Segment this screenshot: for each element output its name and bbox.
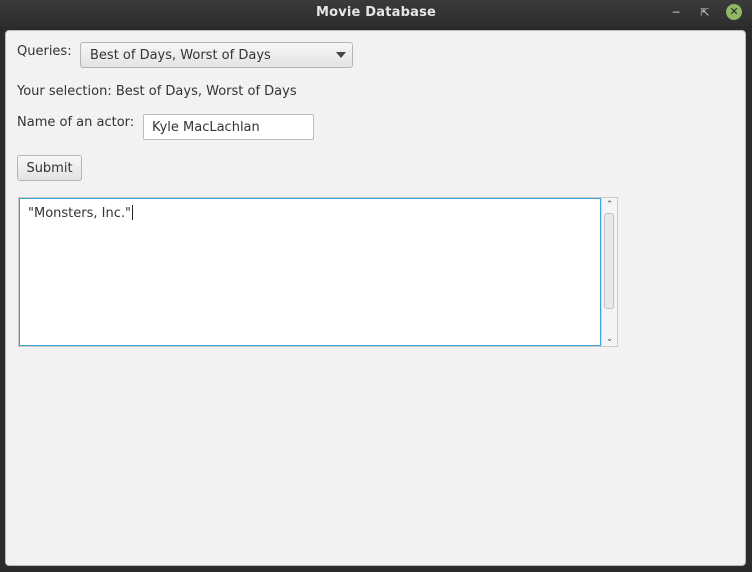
selection-text: Your selection: Best of Days, Worst of D…: [17, 84, 297, 99]
scrollbar-thumb[interactable]: [604, 213, 614, 309]
results-text: "Monsters, Inc.": [28, 206, 131, 221]
submit-button[interactable]: Submit: [17, 155, 82, 181]
close-icon[interactable]: ✕: [726, 4, 742, 20]
app-window: Movie Database ─ ⇱ ✕ Queries: Best of Da…: [0, 0, 752, 572]
queries-label: Queries:: [17, 44, 72, 59]
maximize-icon[interactable]: ⇱: [696, 4, 714, 22]
scroll-up-icon[interactable]: ⌃: [602, 198, 617, 212]
chevron-down-icon: [336, 52, 346, 58]
queries-combobox[interactable]: Best of Days, Worst of Days: [80, 42, 353, 68]
main-panel: Queries: Best of Days, Worst of Days You…: [5, 30, 746, 566]
scroll-down-icon[interactable]: ⌄: [602, 332, 617, 346]
actor-label: Name of an actor:: [17, 115, 135, 130]
results-area: "Monsters, Inc." ⌃ ⌄: [18, 197, 618, 347]
window-title: Movie Database: [315, 5, 437, 20]
title-bar: Movie Database ─ ⇱ ✕: [0, 0, 752, 26]
queries-selected-value: Best of Days, Worst of Days: [90, 48, 271, 63]
results-text-line: "Monsters, Inc.": [28, 205, 133, 221]
results-textarea[interactable]: "Monsters, Inc.": [19, 198, 601, 346]
actor-name-input[interactable]: [143, 114, 314, 140]
minimize-icon[interactable]: ─: [667, 4, 685, 22]
text-caret: [131, 205, 133, 220]
vertical-scrollbar[interactable]: ⌃ ⌄: [601, 198, 617, 346]
